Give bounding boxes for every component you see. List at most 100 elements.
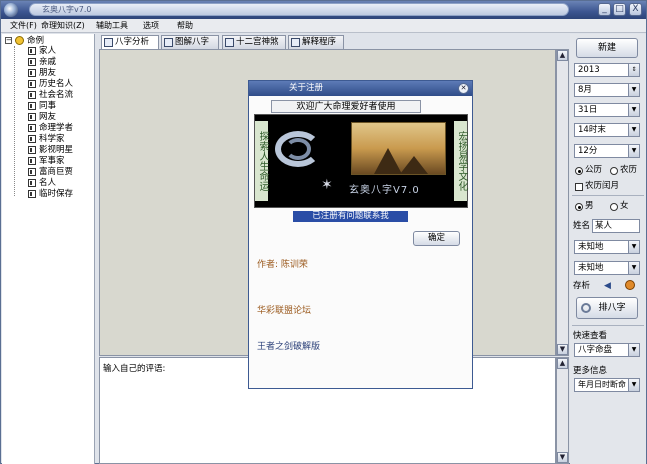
app-logo-icon[interactable] <box>4 3 18 17</box>
chevron-down-icon[interactable]: ▼ <box>628 379 639 391</box>
lunar-radio[interactable] <box>610 167 618 175</box>
close-button[interactable]: X <box>629 3 642 16</box>
comment-scrollbar[interactable]: ▲ ▼ <box>556 357 569 464</box>
chevron-down-icon[interactable]: ▼ <box>628 104 639 116</box>
input-panel: 新建 2013 ⇕ 8月 ▼ 31日 ▼ 14时末 ▼ 12分 ▼ 公历 农历 农历闰月 … <box>570 34 646 464</box>
ok-button[interactable]: 确定 <box>413 231 460 246</box>
tab-twelve-palaces[interactable]: 十二宫神煞 <box>222 35 286 49</box>
name-input[interactable]: 某人 <box>592 219 640 233</box>
more-info-label: 更多信息 <box>573 366 608 376</box>
book-icon <box>28 102 36 110</box>
swirl-inner-icon <box>285 138 311 160</box>
minimize-button[interactable]: _ <box>598 3 611 16</box>
divider <box>572 195 644 196</box>
male-radio[interactable] <box>575 203 583 211</box>
leap-month-label: 农历闰月 <box>585 181 620 191</box>
save-label: 存析 <box>573 281 591 291</box>
book-icon <box>28 69 36 77</box>
menu-tools[interactable]: 辅助工具 <box>96 20 128 32</box>
welcome-text: 欢迎广大命理爱好者使用 <box>271 100 421 113</box>
chevron-down-icon[interactable]: ▼ <box>628 145 639 157</box>
scroll-up-icon[interactable]: ▲ <box>557 358 568 369</box>
scroll-up-icon[interactable]: ▲ <box>557 50 568 61</box>
registration-status: 已注册有问题联系我 <box>293 211 408 222</box>
female-label: 女 <box>620 201 629 211</box>
app-window: 玄奥八字v7.0 _ □ X 文件(F) 命理知识(Z) 辅助工具 选项 帮助 … <box>0 0 647 464</box>
book-icon <box>28 124 36 132</box>
mountain-shape <box>374 148 402 174</box>
book-icon <box>28 113 36 121</box>
new-button[interactable]: 新建 <box>576 38 638 58</box>
brand-text: 玄奥八字V7.0 <box>349 185 420 196</box>
scroll-down-icon[interactable]: ▼ <box>557 452 568 463</box>
residence-select[interactable]: 未知地 ▼ <box>574 261 640 275</box>
book-icon <box>28 58 36 66</box>
grid-icon <box>225 38 234 47</box>
comment-label: 输入自己的评语: <box>103 364 166 374</box>
chevron-down-icon[interactable]: ▼ <box>628 262 639 274</box>
main-scrollbar[interactable]: ▲ ▼ <box>556 49 569 356</box>
share-icon[interactable]: ◀ <box>604 281 611 291</box>
birthplace-select[interactable]: 未知地 ▼ <box>574 240 640 254</box>
tree-connector <box>14 46 15 196</box>
scroll-down-icon[interactable]: ▼ <box>557 344 568 355</box>
page-icon <box>104 38 113 47</box>
chevron-down-icon[interactable]: ▼ <box>628 344 639 356</box>
title-bar[interactable]: 玄奥八字v7.0 _ □ X <box>1 1 646 19</box>
more-info-select[interactable]: 年月日时断命 ▼ <box>574 378 640 392</box>
maximize-button[interactable]: □ <box>613 3 626 16</box>
book-icon <box>28 179 36 187</box>
spin-icon[interactable]: ⇕ <box>628 64 639 76</box>
close-icon[interactable]: ✕ <box>458 83 469 94</box>
menu-file[interactable]: 文件(F) <box>10 20 37 32</box>
minute-select[interactable]: 12分 ▼ <box>574 144 640 158</box>
collapse-icon[interactable]: − <box>5 37 12 44</box>
tab-bazi-diagram[interactable]: 图解八字 <box>161 35 219 49</box>
female-radio[interactable] <box>610 203 618 211</box>
hour-select[interactable]: 14时末 ▼ <box>574 123 640 137</box>
author-text: 作者: 陈训荣 <box>257 260 308 270</box>
stop-icon[interactable] <box>625 280 635 290</box>
solar-radio[interactable] <box>575 167 583 175</box>
male-label: 男 <box>585 201 594 211</box>
book-icon <box>28 190 36 198</box>
month-select[interactable]: 8月 ▼ <box>574 83 640 97</box>
menu-bar: 文件(F) 命理知识(Z) 辅助工具 选项 帮助 <box>1 19 646 33</box>
mountain-shape <box>400 156 428 174</box>
tree-root-label: 命例 <box>27 36 45 46</box>
day-select[interactable]: 31日 ▼ <box>574 103 640 117</box>
yin-yang-icon <box>581 303 591 313</box>
menu-options[interactable]: 选项 <box>143 20 159 32</box>
menu-help[interactable]: 帮助 <box>177 20 193 32</box>
quick-view-select[interactable]: 八字命盘 ▼ <box>574 343 640 357</box>
chevron-down-icon[interactable]: ▼ <box>628 124 639 136</box>
splash-banner: 探索人生命运 宏扬易学文化 ✶ 玄奥八字V7.0 <box>254 114 468 208</box>
year-spinner[interactable]: 2013 ⇕ <box>574 63 640 77</box>
smiley-icon <box>15 36 24 45</box>
case-tree: − 命例 家人 亲戚 朋友 历史名人 社会名流 同事 网友 命理学者 科学家 影… <box>2 34 95 464</box>
tab-bazi-analysis[interactable]: 八字分析 <box>101 35 159 49</box>
edition-text: 王者之剑破解版 <box>257 342 321 352</box>
name-label: 姓名 <box>573 221 591 231</box>
tab-strip: 八字分析 图解八字 十二宫神煞 解释程序 <box>99 35 569 49</box>
landscape-painting <box>351 122 446 175</box>
solar-label: 公历 <box>585 165 603 175</box>
leap-month-checkbox[interactable] <box>575 183 583 191</box>
dialog-title-bar[interactable]: 关于注册 ✕ <box>249 81 472 96</box>
chevron-down-icon[interactable]: ▼ <box>628 84 639 96</box>
image-icon <box>164 38 173 47</box>
tab-explain[interactable]: 解释程序 <box>288 35 344 49</box>
title-pill: 玄奥八字v7.0 <box>29 3 569 16</box>
chevron-down-icon[interactable]: ▼ <box>628 241 639 253</box>
document-icon <box>291 38 300 47</box>
menu-knowledge[interactable]: 命理知识(Z) <box>41 20 85 32</box>
book-icon <box>28 135 36 143</box>
book-icon <box>28 80 36 88</box>
window-title: 玄奥八字v7.0 <box>42 5 92 14</box>
forum-link[interactable]: 华彩联盟论坛 <box>257 303 311 316</box>
book-icon <box>28 146 36 154</box>
book-icon <box>28 168 36 176</box>
about-register-dialog: 关于注册 ✕ 欢迎广大命理爱好者使用 探索人生命运 宏扬易学文化 ✶ 玄奥八字V… <box>248 80 473 389</box>
lunar-label: 农历 <box>620 165 638 175</box>
arrange-bazi-button[interactable]: 排八字 <box>576 297 638 319</box>
